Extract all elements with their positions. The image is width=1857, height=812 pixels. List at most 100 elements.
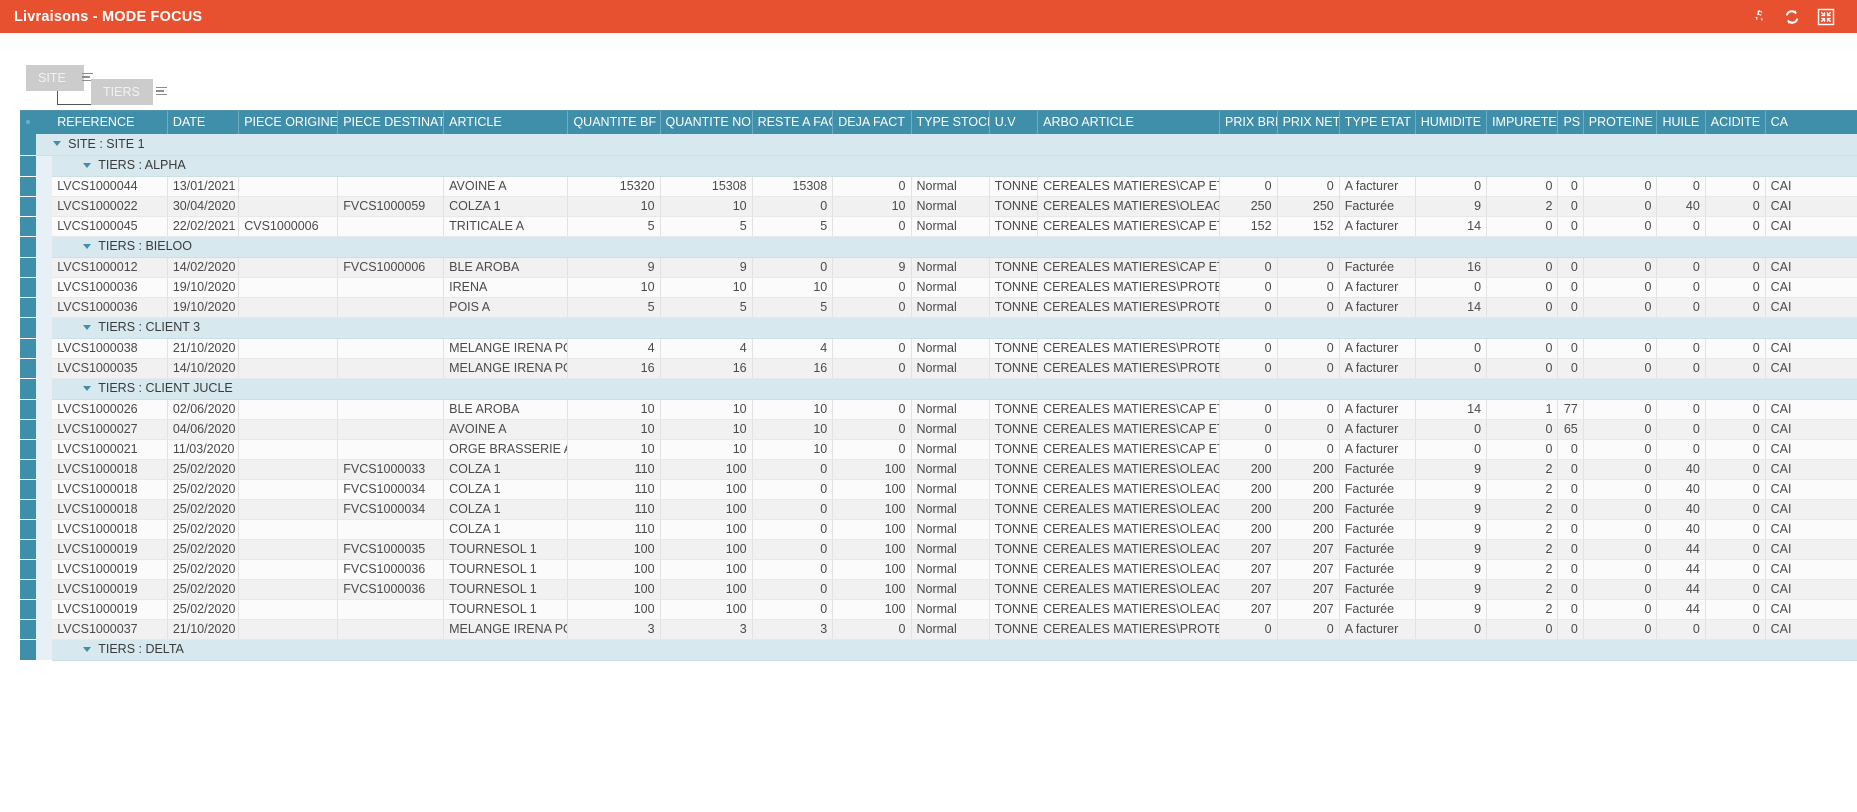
cell-quantite-no[interactable]: 100 bbox=[660, 519, 752, 539]
cell-piece-destinat[interactable]: FVCS1000034 bbox=[338, 479, 444, 499]
cell-date[interactable]: 02/06/2020 bbox=[167, 399, 238, 419]
cell-arbo-article[interactable]: CEREALES MATIERES\OLEAGIN bbox=[1038, 599, 1220, 619]
column-header-arbo-article[interactable]: ARBO ARTICLE bbox=[1038, 111, 1220, 134]
cell-quantite-bf[interactable]: 16 bbox=[568, 358, 660, 378]
cell-impurete[interactable]: 0 bbox=[1487, 297, 1558, 317]
cell-prix-net[interactable]: 207 bbox=[1277, 539, 1339, 559]
cell-reste-a-fact[interactable]: 16 bbox=[752, 358, 833, 378]
cell-impurete[interactable]: 2 bbox=[1487, 559, 1558, 579]
column-header-article[interactable]: ARTICLE bbox=[444, 111, 568, 134]
cell-date[interactable]: 25/02/2020 bbox=[167, 539, 238, 559]
cell-reste-a-fact[interactable]: 0 bbox=[752, 459, 833, 479]
cell-prix-bri[interactable]: 0 bbox=[1220, 176, 1278, 196]
cell-ca[interactable]: CAI bbox=[1765, 459, 1857, 479]
cell-piece-origine[interactable] bbox=[239, 579, 338, 599]
cell-article[interactable]: BLE AROBA bbox=[444, 399, 568, 419]
cell-quantite-no[interactable]: 10 bbox=[660, 277, 752, 297]
cell-reference[interactable]: LVCS1000018 bbox=[52, 499, 167, 519]
grid-row-handle[interactable] bbox=[20, 579, 36, 599]
grid-row-handle[interactable] bbox=[20, 216, 36, 236]
column-header-date[interactable]: DATE bbox=[167, 111, 238, 134]
grid-row-handle[interactable] bbox=[20, 155, 36, 176]
cell-type-etat[interactable]: A facturer bbox=[1339, 338, 1415, 358]
grid-row-handle[interactable] bbox=[20, 479, 36, 499]
cell-piece-origine[interactable] bbox=[239, 539, 338, 559]
cell-acidite[interactable]: 0 bbox=[1705, 539, 1765, 559]
cell-proteine[interactable]: 0 bbox=[1583, 479, 1657, 499]
cell-prix-net[interactable]: 0 bbox=[1277, 297, 1339, 317]
cell-reference[interactable]: LVCS1000018 bbox=[52, 459, 167, 479]
cell-huile[interactable]: 40 bbox=[1657, 196, 1705, 216]
cell-reference[interactable]: LVCS1000019 bbox=[52, 599, 167, 619]
cell-humidite[interactable]: 0 bbox=[1415, 619, 1486, 639]
cell-ps[interactable]: 0 bbox=[1558, 539, 1583, 559]
cell-deja-fact[interactable]: 100 bbox=[833, 579, 911, 599]
cell-quantite-bf[interactable]: 100 bbox=[568, 559, 660, 579]
cell-prix-net[interactable]: 0 bbox=[1277, 257, 1339, 277]
cell-quantite-bf[interactable]: 5 bbox=[568, 216, 660, 236]
cell-reste-a-fact[interactable]: 0 bbox=[752, 257, 833, 277]
cell-reste-a-fact[interactable]: 5 bbox=[752, 297, 833, 317]
cell-type-stock[interactable]: Normal bbox=[911, 176, 989, 196]
cell-proteine[interactable]: 0 bbox=[1583, 257, 1657, 277]
cell-huile[interactable]: 0 bbox=[1657, 216, 1705, 236]
cell-prix-net[interactable]: 200 bbox=[1277, 459, 1339, 479]
cell-ps[interactable]: 0 bbox=[1558, 338, 1583, 358]
table-row[interactable]: LVCS100001825/02/2020COLZA 11101000100No… bbox=[20, 519, 1857, 539]
cell-deja-fact[interactable]: 100 bbox=[833, 479, 911, 499]
cell-article[interactable]: TRITICALE A bbox=[444, 216, 568, 236]
cell-date[interactable]: 19/10/2020 bbox=[167, 297, 238, 317]
cell-ca[interactable]: CAI bbox=[1765, 499, 1857, 519]
cell-article[interactable]: BLE AROBA bbox=[444, 257, 568, 277]
cell-date[interactable]: 04/06/2020 bbox=[167, 419, 238, 439]
cell-piece-destinat[interactable] bbox=[338, 419, 444, 439]
cell-deja-fact[interactable]: 100 bbox=[833, 499, 911, 519]
cell-piece-origine[interactable]: CVS1000006 bbox=[239, 216, 338, 236]
cell-deja-fact[interactable]: 0 bbox=[833, 358, 911, 378]
cell-reste-a-fact[interactable]: 0 bbox=[752, 559, 833, 579]
cell-acidite[interactable]: 0 bbox=[1705, 277, 1765, 297]
cell-quantite-no[interactable]: 100 bbox=[660, 499, 752, 519]
cell-proteine[interactable]: 0 bbox=[1583, 599, 1657, 619]
cell-arbo-article[interactable]: CEREALES MATIERES\PROTEAG bbox=[1038, 358, 1220, 378]
cell-arbo-article[interactable]: CEREALES MATIERES\OLEAGIN bbox=[1038, 539, 1220, 559]
group-row-level-2[interactable]: TIERS : CLIENT 3 bbox=[20, 317, 1857, 338]
cell-deja-fact[interactable]: 0 bbox=[833, 176, 911, 196]
column-header-piece-origine[interactable]: PIECE ORIGINE bbox=[239, 111, 338, 134]
table-row[interactable]: LVCS100002704/06/2020AVOINE A1010100Norm… bbox=[20, 419, 1857, 439]
cell-date[interactable]: 22/02/2021 bbox=[167, 216, 238, 236]
cell-reference[interactable]: LVCS1000019 bbox=[52, 539, 167, 559]
cell-quantite-bf[interactable]: 110 bbox=[568, 499, 660, 519]
table-row[interactable]: LVCS100004522/02/2021CVS1000006TRITICALE… bbox=[20, 216, 1857, 236]
cell-prix-net[interactable]: 200 bbox=[1277, 499, 1339, 519]
cell-prix-net[interactable]: 250 bbox=[1277, 196, 1339, 216]
cell-article[interactable]: TOURNESOL 1 bbox=[444, 559, 568, 579]
cell-impurete[interactable]: 2 bbox=[1487, 539, 1558, 559]
cell-reference[interactable]: LVCS1000022 bbox=[52, 196, 167, 216]
cell-uv[interactable]: TONNE bbox=[989, 519, 1037, 539]
cell-quantite-bf[interactable]: 110 bbox=[568, 479, 660, 499]
cell-date[interactable]: 25/02/2020 bbox=[167, 519, 238, 539]
table-row[interactable]: LVCS100002602/06/2020BLE AROBA1010100Nor… bbox=[20, 399, 1857, 419]
cell-ps[interactable]: 0 bbox=[1558, 499, 1583, 519]
cell-type-etat[interactable]: Facturée bbox=[1339, 459, 1415, 479]
grid-row-handle[interactable] bbox=[20, 257, 36, 277]
cell-arbo-article[interactable]: CEREALES MATIERES\PROTEAG bbox=[1038, 297, 1220, 317]
cell-ca[interactable]: CAI bbox=[1765, 277, 1857, 297]
group-chip-site[interactable]: SITE bbox=[26, 65, 84, 91]
cell-piece-origine[interactable] bbox=[239, 257, 338, 277]
cell-ca[interactable]: CAI bbox=[1765, 358, 1857, 378]
cell-humidite[interactable]: 0 bbox=[1415, 176, 1486, 196]
cell-arbo-article[interactable]: CEREALES MATIERES\OLEAGIN bbox=[1038, 196, 1220, 216]
cell-acidite[interactable]: 0 bbox=[1705, 559, 1765, 579]
cell-huile[interactable]: 0 bbox=[1657, 399, 1705, 419]
cell-date[interactable]: 25/02/2020 bbox=[167, 579, 238, 599]
table-row[interactable]: LVCS100004413/01/2021AVOINE A15320153081… bbox=[20, 176, 1857, 196]
column-header-prix-bri[interactable]: PRIX BRI bbox=[1220, 111, 1278, 134]
cell-proteine[interactable]: 0 bbox=[1583, 439, 1657, 459]
cell-article[interactable]: ORGE BRASSERIE ASP bbox=[444, 439, 568, 459]
table-row[interactable]: LVCS100001825/02/2020FVCS1000033COLZA 11… bbox=[20, 459, 1857, 479]
cell-type-etat[interactable]: Facturée bbox=[1339, 196, 1415, 216]
cell-reste-a-fact[interactable]: 5 bbox=[752, 216, 833, 236]
cell-acidite[interactable]: 0 bbox=[1705, 216, 1765, 236]
